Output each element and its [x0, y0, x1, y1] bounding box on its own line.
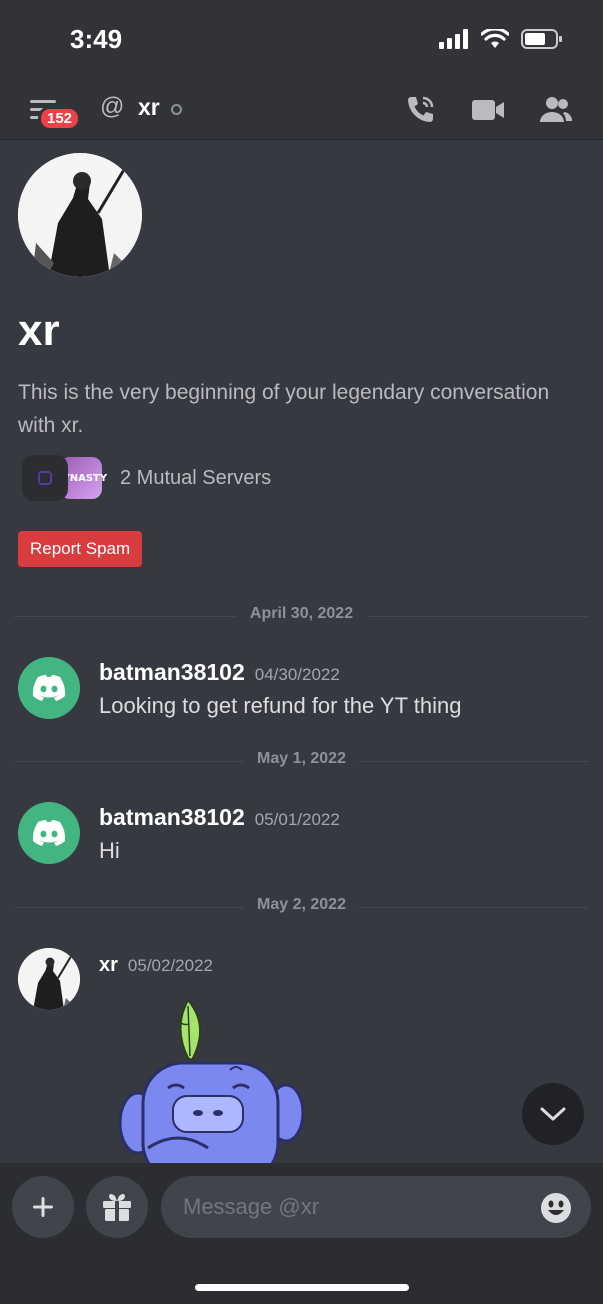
message-avatar[interactable]: [18, 948, 80, 1010]
message-timestamp: 05/01/2022: [254, 810, 340, 829]
message-avatar[interactable]: [18, 802, 80, 864]
date-divider-label: May 1, 2022: [243, 750, 360, 768]
channel-name[interactable]: xr: [138, 94, 160, 121]
report-spam-button[interactable]: Report Spam: [18, 531, 143, 567]
message-text: Hi: [99, 838, 120, 863]
message-author[interactable]: batman38102 04/30/2022: [99, 659, 340, 686]
plus-icon: [33, 1197, 53, 1217]
status-icons: [439, 28, 563, 50]
message-author[interactable]: batman38102 05/01/2022: [99, 804, 340, 831]
message-timestamp: 04/30/2022: [254, 665, 340, 684]
mutual-servers[interactable]: DYNASTY 2 Mutual Servers: [22, 454, 271, 502]
members-icon: [540, 97, 573, 122]
message-composer: [0, 1163, 603, 1304]
message-item: batman38102 05/01/2022 Hi: [18, 802, 588, 872]
chevron-down-icon: [540, 1107, 566, 1121]
profile-avatar[interactable]: [18, 153, 142, 277]
message-text: Looking to get refund for the YT thing: [99, 693, 462, 718]
message-author-name[interactable]: xr: [99, 954, 118, 976]
emoji-button[interactable]: [540, 1192, 572, 1224]
message-author-name[interactable]: batman38102: [99, 804, 245, 830]
date-divider: May 2, 2022: [14, 896, 589, 914]
message-item: batman38102 04/30/2022 Looking to get ref…: [18, 657, 588, 727]
video-camera-icon: [472, 100, 504, 120]
phone-call-icon: [408, 96, 434, 122]
message-input[interactable]: [161, 1176, 591, 1238]
members-button[interactable]: [538, 93, 574, 127]
server-logo-icon: [38, 471, 52, 485]
gift-icon: [103, 1194, 131, 1221]
conversation-intro: This is the very beginning of your legen…: [18, 381, 550, 437]
home-indicator: [195, 1284, 409, 1291]
message-timestamp: 05/02/2022: [127, 956, 213, 975]
message-author[interactable]: xr 05/02/2022: [99, 954, 213, 977]
user-avatar-image: [18, 153, 142, 277]
date-divider: May 1, 2022: [14, 750, 589, 768]
status-time: 3:49: [70, 24, 123, 54]
message-author-name[interactable]: batman38102: [99, 659, 245, 685]
at-icon: @: [100, 93, 125, 120]
wumpus-sticker-icon: [118, 998, 305, 1163]
date-divider-label: April 30, 2022: [235, 605, 368, 623]
gift-button[interactable]: [86, 1176, 148, 1238]
discord-logo-icon: [32, 675, 66, 701]
server-icon-1: [22, 455, 68, 501]
profile-name: xr: [18, 306, 60, 355]
date-divider-label: May 2, 2022: [243, 896, 360, 914]
date-divider: April 30, 2022: [14, 605, 589, 623]
discord-logo-icon: [32, 820, 66, 846]
message-sticker[interactable]: [118, 998, 308, 1163]
message-item: xr 05/02/2022: [18, 948, 588, 1168]
status-bar: 3:49: [0, 0, 603, 80]
user-avatar-image: [18, 948, 80, 1010]
notification-badge: 152: [38, 106, 82, 131]
add-attachment-button[interactable]: [12, 1176, 74, 1238]
signal-icon: [439, 29, 468, 49]
smiley-emoji-icon: [541, 1193, 571, 1223]
jump-to-bottom-button[interactable]: [522, 1083, 584, 1145]
channel-header: 152 @ xr: [0, 80, 603, 140]
battery-icon: [521, 29, 562, 49]
status-offline-icon: [171, 104, 182, 115]
video-call-button[interactable]: [470, 94, 506, 126]
message-avatar[interactable]: [18, 657, 80, 719]
wifi-icon: [481, 29, 509, 48]
voice-call-button[interactable]: [402, 93, 438, 127]
mutual-servers-label: 2 Mutual Servers: [120, 466, 272, 489]
